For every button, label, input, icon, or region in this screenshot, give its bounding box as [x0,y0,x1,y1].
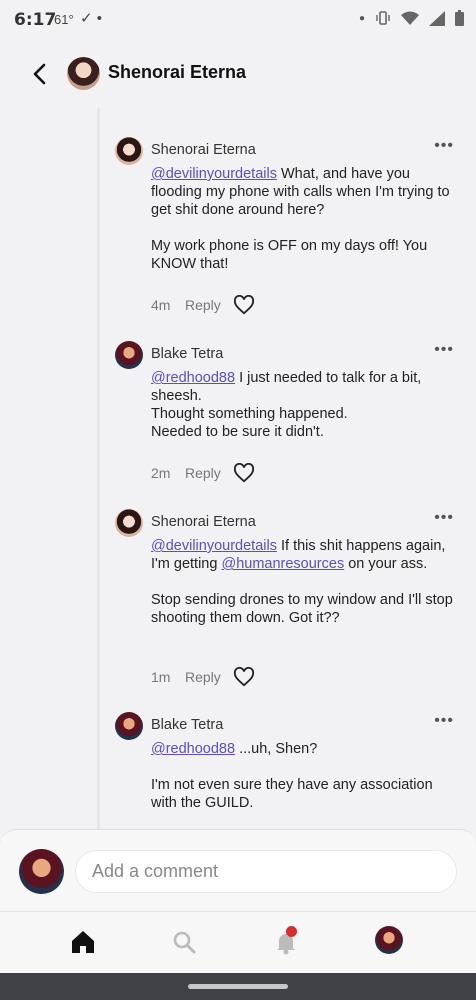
back-arrow-icon[interactable] [26,60,54,88]
gesture-bar [0,973,476,1000]
heart-icon[interactable] [233,463,255,483]
comment-3: Shenorai Eterna ••• @devilinyourdetails … [115,509,460,689]
header-avatar[interactable] [67,57,100,90]
mention-link[interactable]: @devilinyourdetails [151,538,277,554]
header: Shenorai Eterna [0,48,476,104]
avatar[interactable] [115,137,143,165]
comment-1: Shenorai Eterna ••• @devilinyourdetails … [115,137,460,322]
status-left-icons: ✓ • [80,10,102,27]
mention-link[interactable]: @devilinyourdetails [151,166,277,182]
reply-button[interactable]: Reply [185,669,233,685]
status-right-icons: ● [359,10,464,26]
avatar[interactable] [115,341,143,369]
mention-link[interactable]: @humanresources [221,556,344,572]
bell-icon[interactable] [272,926,300,956]
avatar [19,849,64,894]
wifi-icon [401,11,419,25]
status-time: 6:17 [14,10,57,30]
comment-text: I'm not even sure they have any associat… [151,777,433,811]
comment-text: Needed to be sure it didn't. [151,424,324,440]
comment-body: @redhood88 I just needed to talk for a b… [151,369,461,441]
comment-text: My work phone is OFF on my days off! You… [151,238,428,272]
comment-4: Blake Tetra ••• @redhood88 ...uh, Shen? … [115,712,460,822]
status-temperature: 61° [54,12,74,27]
comment-meta: 4m Reply [151,295,255,315]
more-options-icon[interactable]: ••• [434,509,454,527]
comment-body: @redhood88 ...uh, Shen? I'm not even sur… [151,740,461,812]
comment-text: Thought something happened. [151,406,348,422]
search-icon[interactable] [170,928,198,956]
comment-text: ...uh, Shen? [235,741,318,757]
vibrate-icon [376,11,390,25]
comment-meta: 2m Reply [151,463,255,483]
signal-icon [429,10,445,26]
comment-meta: 1m Reply [151,667,255,687]
heart-icon[interactable] [233,295,255,315]
comment-body: @devilinyourdetails What, and have you f… [151,165,461,273]
more-options-icon[interactable]: ••• [434,137,454,155]
heart-icon[interactable] [233,667,255,687]
reply-button[interactable]: Reply [185,465,233,481]
comment-text: on your ass. [344,556,428,572]
page-title[interactable]: Shenorai Eterna [108,62,246,83]
comment-author[interactable]: Shenorai Eterna [151,514,256,530]
comment-2: Blake Tetra ••• @redhood88 I just needed… [115,341,460,491]
avatar[interactable] [115,712,143,740]
status-bar: 6:17 61° ✓ • ● [0,0,476,40]
mention-link[interactable]: @redhood88 [151,370,235,386]
profile-avatar[interactable] [375,926,403,954]
comment-time: 2m [151,465,171,481]
thread-line [97,108,100,830]
comment-author[interactable]: Shenorai Eterna [151,142,256,158]
more-options-icon[interactable]: ••• [434,341,454,359]
comment-bar: Add a comment [0,829,476,912]
home-icon[interactable] [69,928,97,956]
battery-icon [455,10,464,26]
dot-icon: ● [358,12,365,24]
comment-author[interactable]: Blake Tetra [151,717,223,733]
comment-text: Stop sending drones to my window and I'l… [151,592,453,626]
comment-body: @devilinyourdetails If this shit happens… [151,537,461,627]
comment-time: 4m [151,297,171,313]
bottom-nav [0,911,476,974]
gesture-pill[interactable] [188,984,288,989]
notification-dot [286,926,297,937]
comment-author[interactable]: Blake Tetra [151,346,223,362]
avatar[interactable] [115,509,143,537]
comment-input[interactable]: Add a comment [75,850,457,893]
mention-link[interactable]: @redhood88 [151,741,235,757]
reply-button[interactable]: Reply [185,297,233,313]
comment-time: 1m [151,669,171,685]
more-options-icon[interactable]: ••• [434,712,454,730]
